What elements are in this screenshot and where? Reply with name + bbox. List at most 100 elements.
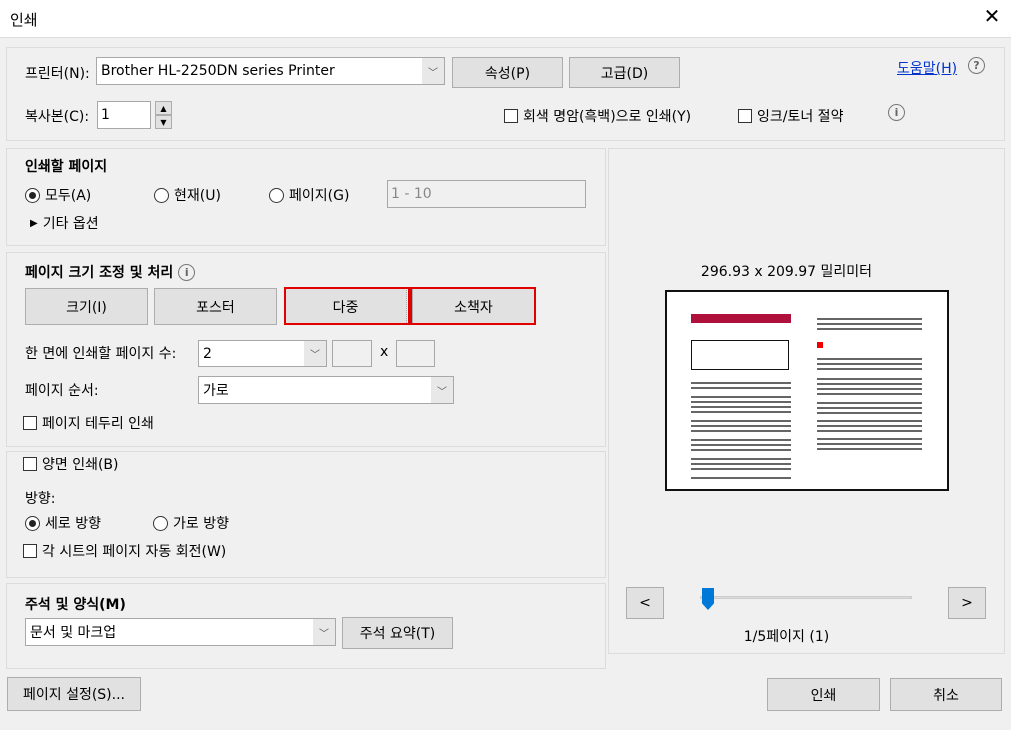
duplex-checkbox[interactable]: 양면 인쇄(B) [23, 454, 119, 474]
printer-label: 프린터(N): [25, 66, 90, 82]
pages-title: 인쇄할 페이지 [25, 159, 108, 175]
comments-value: 문서 및 마크업 [30, 625, 117, 641]
radio-pages[interactable]: 페이지(G) [269, 185, 349, 205]
auto-rotate-label: 각 시트의 페이지 자동 회전(W) [42, 544, 227, 560]
radio-all[interactable]: 모두(A) [25, 185, 91, 205]
page-setup-button[interactable]: 페이지 설정(S)... [7, 677, 141, 711]
preview-text-line [691, 420, 791, 422]
preview-text-line [691, 411, 791, 413]
radio-icon [25, 515, 40, 531]
page-indicator: 1/5페이지 (1) [743, 629, 830, 645]
preview-text-line [817, 393, 922, 395]
page-range-input[interactable]: 1 - 10 [387, 180, 586, 208]
radio-portrait[interactable]: 세로 방향 [25, 513, 101, 533]
info-icon[interactable]: i [888, 104, 905, 121]
radio-current-label: 현재(U) [174, 188, 221, 204]
order-value: 가로 [203, 383, 229, 399]
preview-text-line [817, 368, 922, 370]
save-ink-label: 잉크/토너 절약 [757, 109, 844, 125]
border-label: 페이지 테두리 인쇄 [42, 416, 154, 432]
preview-text-line [691, 387, 791, 389]
preview-text-line [817, 402, 922, 404]
rows-input[interactable] [396, 340, 435, 367]
preview-text-line [691, 449, 791, 451]
preview-text-line [817, 420, 922, 422]
landscape-label: 가로 방향 [173, 516, 229, 532]
preview-bullet [817, 342, 823, 348]
radio-pages-label: 페이지(G) [289, 188, 350, 204]
page-slider-track[interactable] [700, 596, 912, 599]
more-options-toggle[interactable]: ▶ 기타 옵션 [30, 213, 99, 233]
auto-rotate-checkbox[interactable]: 각 시트의 페이지 자동 회전(W) [23, 541, 226, 561]
sizing-header: 페이지 크기 조정 및 처리 i [25, 262, 196, 282]
radio-icon [25, 187, 40, 203]
printer-select[interactable]: Brother HL-2250DN series Printer ﹀ [96, 57, 445, 85]
preview-text-line [691, 439, 791, 441]
help-link[interactable]: 도움말(H) [897, 58, 957, 78]
per-sheet-select[interactable]: 2 ﹀ [198, 340, 327, 367]
spin-down-icon[interactable]: ▼ [155, 115, 172, 129]
preview-text-line [817, 438, 922, 440]
more-options-label: 기타 옵션 [42, 216, 99, 232]
summarize-comments-button[interactable]: 주석 요약(T) [342, 617, 453, 649]
grayscale-checkbox[interactable]: 회색 명암(흑백)으로 인쇄(Y) [504, 106, 691, 126]
preview-text-line [817, 328, 922, 330]
preview-text-line [817, 430, 922, 432]
radio-icon [153, 515, 168, 531]
preview-text-line [817, 318, 922, 320]
radio-landscape[interactable]: 가로 방향 [153, 513, 229, 533]
grayscale-label: 회색 명암(흑백)으로 인쇄(Y) [523, 109, 692, 125]
radio-current[interactable]: 현재(U) [154, 185, 221, 205]
copies-input[interactable]: 1 [97, 101, 151, 129]
properties-button[interactable]: 속성(P) [452, 57, 563, 88]
window-title: 인쇄 [10, 11, 38, 29]
spin-up-icon[interactable]: ▲ [155, 101, 172, 115]
question-circle-icon[interactable]: ? [968, 57, 985, 74]
order-label: 페이지 순서: [25, 383, 99, 399]
preview-text-line [691, 463, 791, 465]
close-icon[interactable]: ✕ [980, 4, 1004, 28]
preview-text-line [691, 401, 791, 403]
print-button[interactable]: 인쇄 [767, 678, 880, 711]
columns-input[interactable] [332, 340, 372, 367]
size-button[interactable]: 크기(I) [25, 288, 148, 325]
preview-text-line [691, 477, 791, 479]
comments-title: 주석 및 양식(M) [25, 597, 126, 613]
preview-header-bar [691, 314, 791, 323]
save-ink-checkbox[interactable]: 잉크/토너 절약 [738, 106, 843, 126]
preview-text-line [817, 448, 922, 450]
comments-select[interactable]: 문서 및 마크업 ﹀ [25, 618, 336, 646]
radio-icon [269, 187, 284, 203]
preview-text-line [817, 358, 922, 360]
preview-text-line [817, 388, 922, 390]
poster-button[interactable]: 포스터 [154, 288, 277, 325]
cancel-button[interactable]: 취소 [890, 678, 1002, 711]
booklet-button[interactable]: 소책자 [412, 288, 535, 325]
preview-text-line [691, 468, 791, 470]
preview-text-line [817, 443, 922, 445]
checkbox-icon [23, 416, 37, 430]
duplex-label: 양면 인쇄(B) [42, 457, 119, 473]
preview-text-line [817, 363, 922, 365]
per-sheet-value: 2 [203, 345, 212, 362]
multiple-button[interactable]: 다중 [284, 288, 407, 325]
preview-text-line [817, 412, 922, 414]
preview-text-line [817, 383, 922, 385]
preview-text-line [817, 323, 922, 325]
preview-text-line [817, 378, 922, 380]
order-select[interactable]: 가로 ﹀ [198, 376, 454, 404]
chevron-down-icon: ﹀ [304, 341, 326, 366]
advanced-button[interactable]: 고급(D) [569, 57, 680, 88]
info-icon[interactable]: i [178, 263, 196, 281]
checkbox-icon [23, 544, 37, 558]
preview-text-line [691, 444, 791, 446]
next-page-button[interactable]: > [948, 587, 986, 619]
border-checkbox[interactable]: 페이지 테두리 인쇄 [23, 413, 154, 433]
prev-page-button[interactable]: < [626, 587, 664, 619]
times-label: x [380, 344, 389, 360]
radio-icon [154, 187, 169, 203]
preview-text-line [691, 458, 791, 460]
checkbox-icon [23, 457, 37, 471]
sizing-title: 페이지 크기 조정 및 처리 [25, 265, 174, 281]
triangle-right-icon: ▶ [30, 217, 38, 229]
